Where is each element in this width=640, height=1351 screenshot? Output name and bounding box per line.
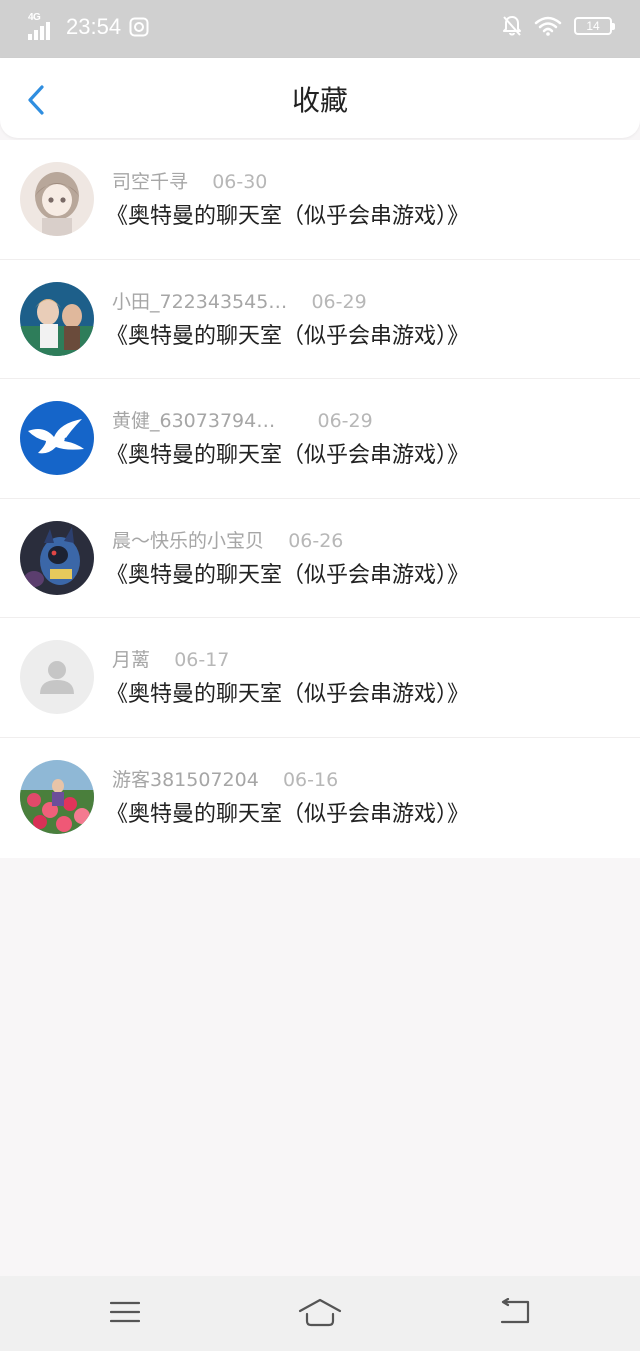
network-type: 4G <box>28 12 41 23</box>
list-item[interactable]: 晨～快乐的小宝贝 06-26 《奥特曼的聊天室（似乎会串游戏）》 <box>0 499 640 619</box>
menu-icon <box>110 1301 140 1323</box>
date-label: 06-26 <box>288 529 344 552</box>
lucario-avatar[interactable] <box>20 520 94 595</box>
user-name[interactable]: 晨～快乐的小宝贝 <box>112 530 264 552</box>
collection-title[interactable]: 《奥特曼的聊天室（似乎会串游戏）》 <box>106 800 469 830</box>
user-name[interactable]: 司空千寻 <box>112 171 188 193</box>
dove-avatar[interactable] <box>20 401 94 476</box>
list-item[interactable]: 月蓠 06-17 《奥特曼的聊天室（似乎会串游戏）》 <box>0 618 640 738</box>
default-user-avatar[interactable] <box>20 640 94 715</box>
list-item[interactable]: 游客381507204 06-16 《奥特曼的聊天室（似乎会串游戏）》 <box>0 738 640 858</box>
collection-title[interactable]: 《奥特曼的聊天室（似乎会串游戏）》 <box>106 202 469 232</box>
date-label: 06-29 <box>317 410 373 433</box>
back-icon <box>500 1298 530 1324</box>
status-time: 23:54 <box>66 14 122 39</box>
favorites-list: 司空千寻 06-30 《奥特曼的聊天室（似乎会串游戏）》 小田_72234354… <box>0 140 640 858</box>
item-meta: 游客381507204 06-16 <box>112 768 338 792</box>
battery-level: 14 <box>586 19 600 33</box>
date-label: 06-17 <box>174 649 230 672</box>
back-nav-button[interactable] <box>491 1292 539 1332</box>
signal-icon: 4G <box>28 12 58 40</box>
menu-button[interactable] <box>101 1292 149 1332</box>
home-button[interactable] <box>296 1292 344 1332</box>
user-name[interactable]: 黄健_63073794… <box>112 410 275 432</box>
collection-title[interactable]: 《奥特曼的聊天室（似乎会串游戏）》 <box>106 561 469 591</box>
sync-icon <box>129 17 149 37</box>
status-bar: 4G 23:54 14 <box>0 0 640 58</box>
page-title: 收藏 <box>291 84 348 117</box>
nav-bar: 收藏 <box>0 58 640 138</box>
battery-icon: 14 <box>574 17 615 35</box>
collection-title[interactable]: 《奥特曼的聊天室（似乎会串游戏）》 <box>106 322 469 352</box>
item-meta: 司空千寻 06-30 <box>112 170 267 194</box>
date-label: 06-29 <box>311 290 367 313</box>
item-meta: 黄健_63073794… 06-29 <box>112 409 373 433</box>
anime-girl-avatar[interactable] <box>20 162 94 236</box>
list-item[interactable]: 黄健_63073794… 06-29 《奥特曼的聊天室（似乎会串游戏）》 <box>0 379 640 499</box>
collection-title[interactable]: 《奥特曼的聊天室（似乎会串游戏）》 <box>106 680 469 710</box>
item-meta: 小田_722343545… 06-29 <box>112 290 367 314</box>
date-label: 06-30 <box>212 171 268 193</box>
bell-off-icon <box>503 16 521 36</box>
collection-title[interactable]: 《奥特曼的聊天室（似乎会串游戏）》 <box>106 441 469 471</box>
item-meta: 晨～快乐的小宝贝 06-26 <box>112 529 343 553</box>
status-left: 4G 23:54 <box>28 12 149 40</box>
flowers-avatar[interactable] <box>20 759 94 834</box>
status-right: 14 <box>502 15 615 37</box>
user-name[interactable]: 月蓠 <box>112 649 150 671</box>
list-item[interactable]: 小田_722343545… 06-29 《奥特曼的聊天室（似乎会串游戏）》 <box>0 260 640 380</box>
list-item[interactable]: 司空千寻 06-30 《奥特曼的聊天室（似乎会串游戏）》 <box>0 140 640 260</box>
home-icon <box>298 1298 342 1327</box>
anime-characters-avatar[interactable] <box>20 281 94 356</box>
user-name[interactable]: 小田_722343545… <box>112 291 287 313</box>
date-label: 06-16 <box>282 768 339 791</box>
user-name[interactable]: 游客381507204 <box>112 769 259 791</box>
item-meta: 月蓠 06-17 <box>112 648 229 672</box>
system-nav-bar <box>0 1276 640 1351</box>
wifi-icon <box>534 16 562 36</box>
